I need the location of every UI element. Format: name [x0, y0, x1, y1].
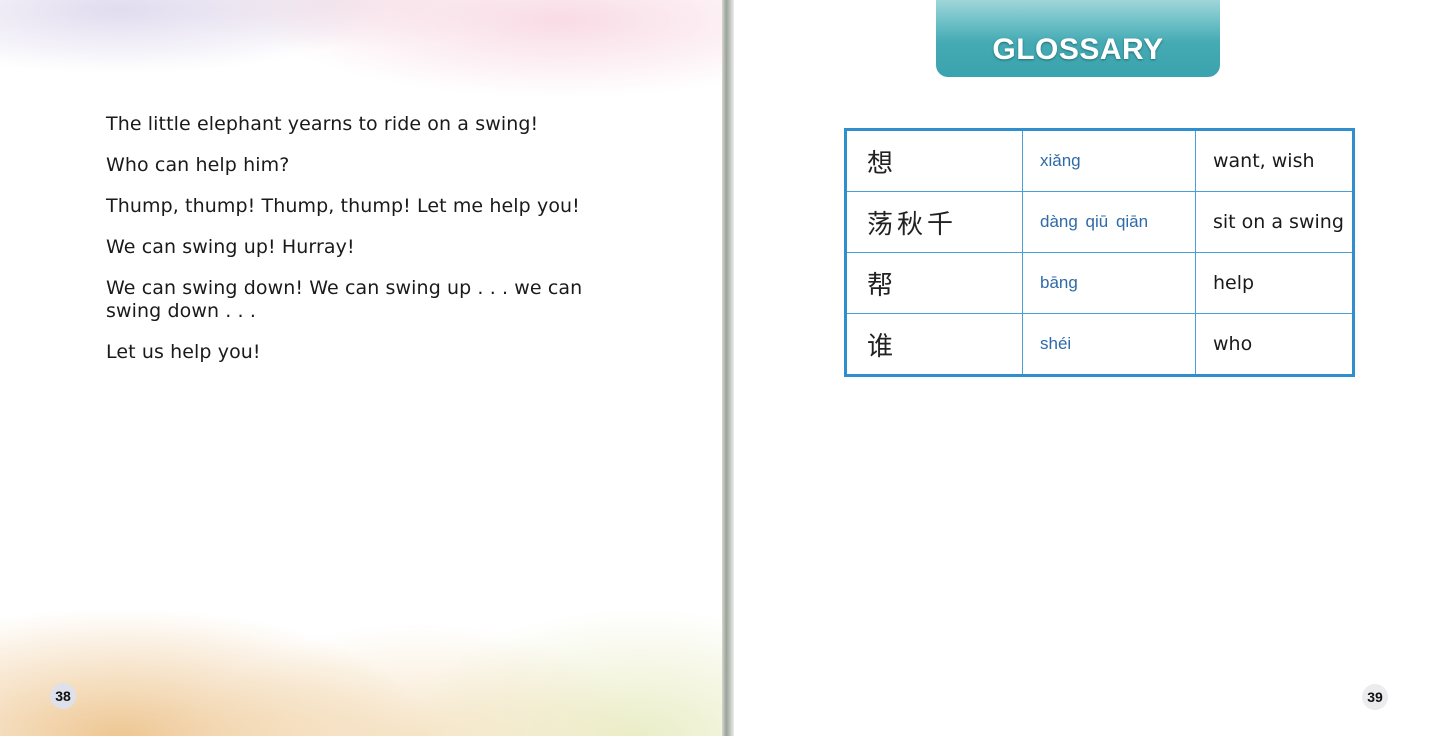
hanzi-cell: 荡秋千 [845, 191, 1023, 253]
story-line: Let us help you! [106, 341, 261, 363]
story-line: We can swing down! We can swing up . . .… [106, 277, 583, 322]
glossary-row: 想 xiǎng want, wish [845, 129, 1354, 192]
glossary-title: GLOSSARY [992, 32, 1164, 66]
glossary-row: 谁 shéi who [845, 313, 1354, 376]
page-number-left: 38 [50, 683, 76, 709]
glossary-table: 想 xiǎng want, wish 荡秋千 dàng qiū qiān sit… [844, 128, 1355, 377]
pinyin-cell: xiǎng [1022, 129, 1196, 192]
meaning-cell: who [1195, 313, 1354, 376]
pinyin-cell: dàng qiū qiān [1022, 191, 1196, 253]
meaning-cell: help [1195, 252, 1354, 314]
glossary-banner: GLOSSARY [936, 0, 1220, 77]
story-line: Who can help him? [106, 154, 290, 176]
pinyin-cell: bāng [1022, 252, 1196, 314]
hanzi-cell: 帮 [845, 252, 1023, 314]
hanzi-cell: 谁 [845, 313, 1023, 376]
glossary-row: 荡秋千 dàng qiū qiān sit on a swing [845, 191, 1354, 253]
story-text: The little elephant yearns to ride on a … [106, 113, 626, 382]
meaning-cell: sit on a swing [1195, 191, 1354, 253]
glossary-row: 帮 bāng help [845, 252, 1354, 314]
story-line: Thump, thump! Thump, thump! Let me help … [106, 195, 580, 217]
hanzi-cell: 想 [845, 129, 1023, 192]
left-page: The little elephant yearns to ride on a … [0, 0, 726, 736]
pinyin-cell: shéi [1022, 313, 1196, 376]
book-spread: The little elephant yearns to ride on a … [0, 0, 1445, 736]
book-gutter [722, 0, 734, 736]
story-line: The little elephant yearns to ride on a … [106, 113, 539, 135]
page-number-right: 39 [1362, 684, 1388, 710]
meaning-cell: want, wish [1195, 129, 1354, 192]
story-line: We can swing up! Hurray! [106, 236, 355, 258]
